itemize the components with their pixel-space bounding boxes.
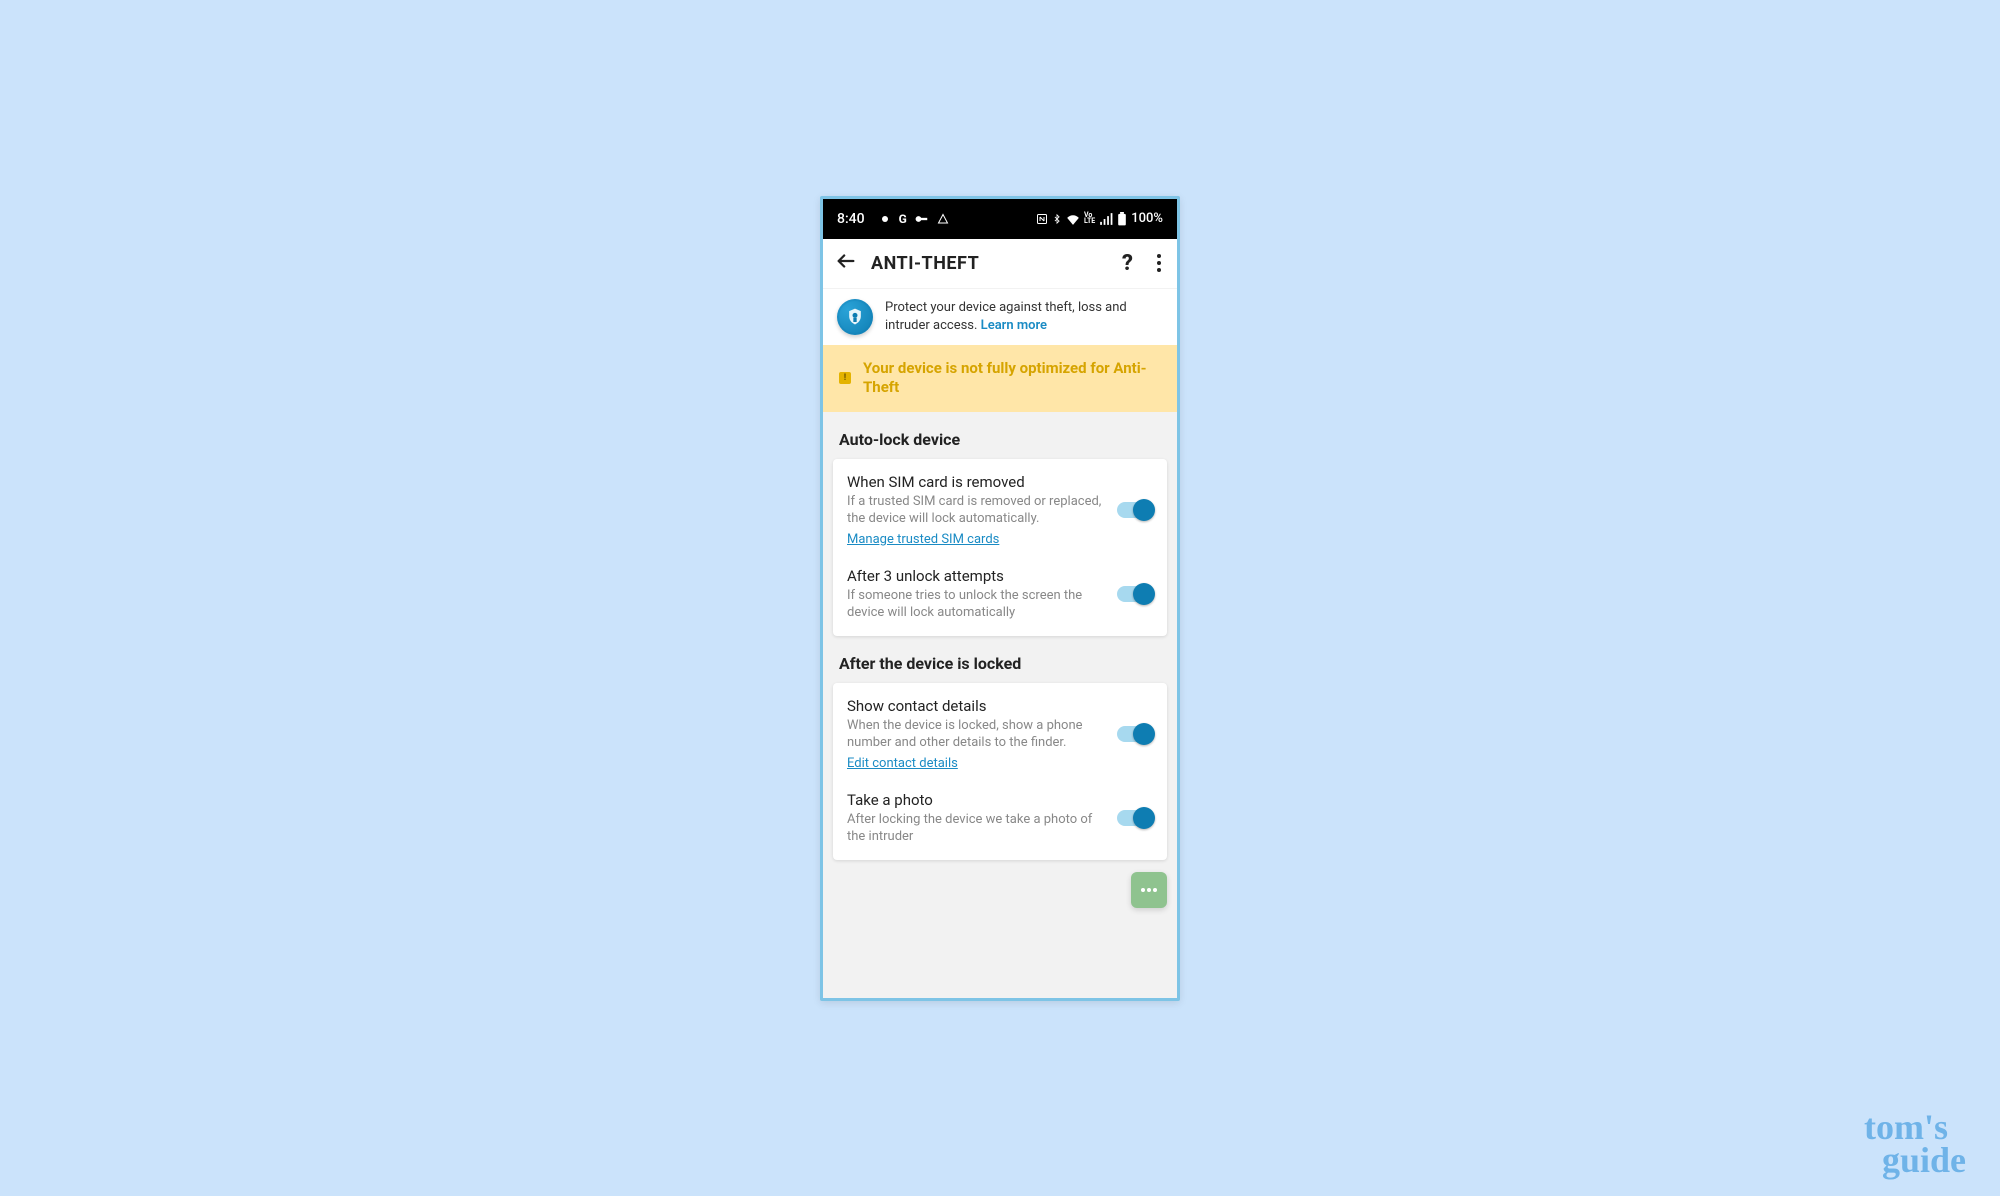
nfc-icon	[1036, 213, 1048, 225]
manage-sim-link[interactable]: Manage trusted SIM cards	[847, 532, 999, 547]
setting-sim-removed[interactable]: When SIM card is removed If a trusted SI…	[833, 463, 1167, 557]
edit-contact-link[interactable]: Edit contact details	[847, 756, 958, 771]
warning-banner[interactable]: Your device is not fully optimized for A…	[823, 345, 1177, 412]
action-bar: ANTI-THEFT ?	[823, 239, 1177, 289]
setting-desc: If a trusted SIM card is removed or repl…	[847, 493, 1105, 528]
toggle-sim-removed[interactable]	[1117, 502, 1153, 518]
toggle-contact-details[interactable]	[1117, 726, 1153, 742]
phone-frame: 8:40 G VoLTE	[820, 196, 1180, 1001]
intro-row: Protect your device against theft, loss …	[823, 289, 1177, 345]
help-button[interactable]: ?	[1116, 251, 1139, 276]
intro-text: Protect your device against theft, loss …	[885, 299, 1163, 334]
status-bar: 8:40 G VoLTE	[823, 199, 1177, 239]
volte-icon: VoLTE	[1084, 213, 1095, 224]
watermark: tom's guide	[1864, 1111, 1966, 1176]
setting-contact-details[interactable]: Show contact details When the device is …	[833, 687, 1167, 781]
setting-title: Take a photo	[847, 791, 1105, 809]
section-header-autolock: Auto-lock device	[823, 412, 1177, 459]
battery-percent: 100%	[1131, 211, 1163, 226]
page-title: ANTI-THEFT	[871, 253, 1102, 274]
section-header-afterlock: After the device is locked	[823, 636, 1177, 683]
setting-title: Show contact details	[847, 697, 1105, 715]
watermark-line2: guide	[1882, 1144, 1966, 1176]
status-right: VoLTE 100%	[1036, 211, 1163, 226]
back-button[interactable]	[835, 250, 857, 277]
clock: 8:40	[837, 211, 865, 227]
toggle-take-photo[interactable]	[1117, 810, 1153, 826]
wifi-icon	[1066, 213, 1080, 225]
warning-text: Your device is not fully optimized for A…	[863, 359, 1161, 398]
setting-take-photo[interactable]: Take a photo After locking the device we…	[833, 781, 1167, 856]
key-icon	[915, 214, 929, 224]
content-area: Auto-lock device When SIM card is remove…	[823, 412, 1177, 998]
google-icon: G	[899, 212, 907, 226]
notification-icon	[879, 213, 891, 225]
setting-title: After 3 unlock attempts	[847, 567, 1105, 585]
setting-desc: After locking the device we take a photo…	[847, 811, 1105, 846]
setting-desc: When the device is locked, show a phone …	[847, 717, 1105, 752]
watermark-line1: tom's	[1864, 1111, 1966, 1143]
overflow-menu-button[interactable]	[1153, 250, 1165, 276]
warning-icon	[839, 372, 851, 384]
signal-icon	[1099, 213, 1113, 225]
shield-icon	[837, 299, 873, 335]
battery-icon	[1117, 212, 1127, 226]
card-afterlock: Show contact details When the device is …	[833, 683, 1167, 860]
triangle-icon	[937, 213, 949, 225]
status-left: 8:40 G	[837, 211, 949, 227]
bluetooth-icon	[1052, 212, 1062, 226]
learn-more-link[interactable]: Learn more	[981, 318, 1047, 333]
setting-desc: If someone tries to unlock the screen th…	[847, 587, 1105, 622]
setting-unlock-attempts[interactable]: After 3 unlock attempts If someone tries…	[833, 557, 1167, 632]
setting-title: When SIM card is removed	[847, 473, 1105, 491]
fab-more-button[interactable]	[1131, 872, 1167, 908]
toggle-unlock-attempts[interactable]	[1117, 586, 1153, 602]
card-autolock: When SIM card is removed If a trusted SI…	[833, 459, 1167, 636]
